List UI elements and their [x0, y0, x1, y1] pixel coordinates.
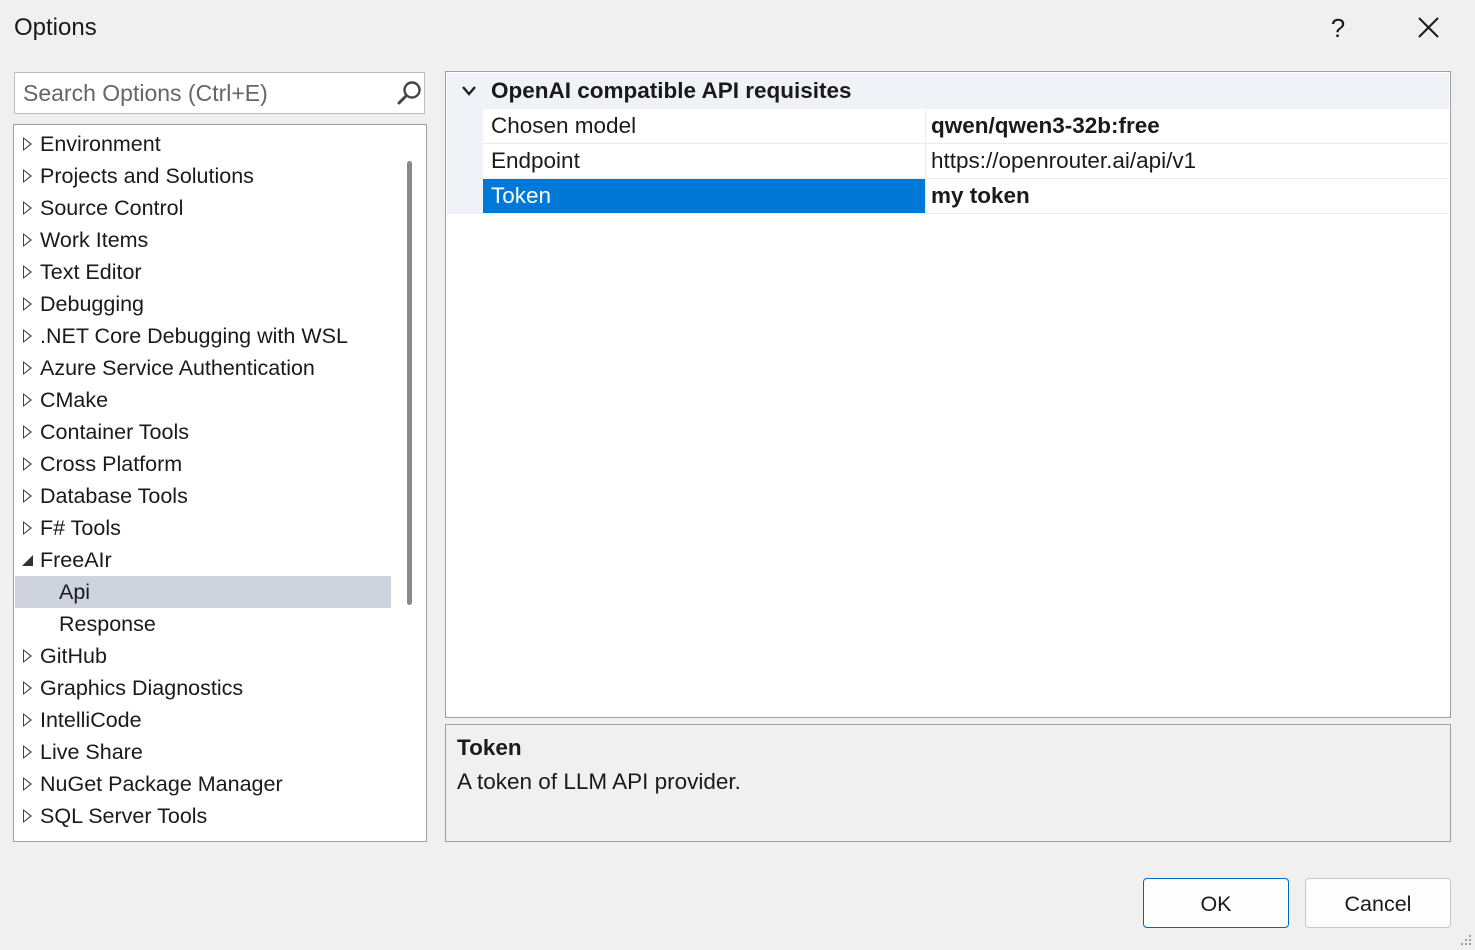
- property-gutter: [447, 109, 483, 214]
- tree-item-projects-and-solutions[interactable]: Projects and Solutions: [15, 160, 391, 192]
- property-value[interactable]: https://openrouter.ai/api/v1: [927, 144, 1447, 178]
- resize-grip-icon[interactable]: [1458, 932, 1472, 946]
- tree-item-label: Projects and Solutions: [40, 164, 254, 188]
- tree-item-github[interactable]: GitHub: [15, 640, 391, 672]
- tree-item-label: Database Tools: [40, 484, 188, 508]
- expand-arrow-icon[interactable]: [23, 329, 32, 343]
- window-title: Options: [14, 14, 97, 41]
- expand-arrow-icon[interactable]: [23, 393, 32, 407]
- tree-item-net-core-debugging-with-wsl[interactable]: .NET Core Debugging with WSL: [15, 320, 391, 352]
- property-grid: OpenAI compatible API requisites Chosen …: [445, 71, 1451, 718]
- tree-item-label: Work Items: [40, 228, 149, 252]
- expand-arrow-icon[interactable]: [23, 457, 32, 471]
- tree-item-label: SQL Server Tools: [40, 804, 208, 828]
- tree-item-label: IntelliCode: [40, 708, 142, 732]
- tree-item-source-control[interactable]: Source Control: [15, 192, 391, 224]
- tree-item-label: Api: [59, 580, 91, 604]
- property-value[interactable]: qwen/qwen3-32b:free: [927, 109, 1447, 143]
- tree-item-graphics-diagnostics[interactable]: Graphics Diagnostics: [15, 672, 391, 704]
- tree-item-sql-server-tools[interactable]: SQL Server Tools: [15, 800, 391, 832]
- tree-item-label: NuGet Package Manager: [40, 772, 283, 796]
- tree-item-cross-platform[interactable]: Cross Platform: [15, 448, 391, 480]
- tree-item-label: Source Control: [40, 196, 184, 220]
- tree-item-label: Response: [59, 612, 156, 636]
- ok-button[interactable]: OK: [1143, 878, 1289, 928]
- expand-arrow-icon[interactable]: [23, 777, 32, 791]
- close-icon: [1418, 17, 1439, 38]
- expand-arrow-icon[interactable]: [23, 233, 32, 247]
- title-bar: Options ?: [0, 0, 1475, 58]
- tree-item-nuget-package-manager[interactable]: NuGet Package Manager: [15, 768, 391, 800]
- tree-item-api[interactable]: Api: [15, 576, 391, 608]
- expand-arrow-icon[interactable]: [23, 297, 32, 311]
- expand-arrow-icon[interactable]: [23, 681, 32, 695]
- property-row-token[interactable]: Token my token: [483, 179, 1449, 214]
- cancel-button[interactable]: Cancel: [1305, 878, 1451, 928]
- property-row-endpoint[interactable]: Endpoint https://openrouter.ai/api/v1: [483, 144, 1449, 179]
- help-button[interactable]: ?: [1318, 8, 1358, 48]
- tree-item-label: Container Tools: [40, 420, 189, 444]
- tree-item-text-editor[interactable]: Text Editor: [15, 256, 391, 288]
- tree-item-freeair[interactable]: FreeAIr: [15, 544, 391, 576]
- description-title: Token: [457, 735, 522, 760]
- expand-arrow-icon[interactable]: [23, 745, 32, 759]
- tree-item-environment[interactable]: Environment: [15, 128, 391, 160]
- property-value[interactable]: my token: [927, 179, 1447, 213]
- tree-item-label: Azure Service Authentication: [40, 356, 315, 380]
- expand-arrow-icon[interactable]: [23, 489, 32, 503]
- tree-item-label: CMake: [40, 388, 109, 412]
- expand-arrow-icon[interactable]: [23, 361, 32, 375]
- category-header[interactable]: OpenAI compatible API requisites: [447, 73, 1449, 109]
- tree-item-intellicode[interactable]: IntelliCode: [15, 704, 391, 736]
- tree-item-f-tools[interactable]: F# Tools: [15, 512, 391, 544]
- expand-arrow-icon[interactable]: [23, 649, 32, 663]
- expand-arrow-icon[interactable]: [23, 265, 32, 279]
- tree-item-live-share[interactable]: Live Share: [15, 736, 391, 768]
- property-name: Chosen model: [483, 109, 926, 143]
- tree-item-label: Environment: [40, 132, 161, 156]
- expand-arrow-icon[interactable]: [23, 425, 32, 439]
- expand-arrow-icon[interactable]: [23, 201, 32, 215]
- chevron-down-icon[interactable]: [461, 85, 477, 97]
- options-tree[interactable]: SQL Server Tools NuGet Package Manager Liv…: [13, 124, 427, 842]
- tree-scroll-thumb[interactable]: [407, 161, 412, 605]
- search-box: [14, 72, 425, 114]
- expand-arrow-icon[interactable]: [23, 169, 32, 183]
- tree-item-work-items[interactable]: Work Items: [15, 224, 391, 256]
- description-text: A token of LLM API provider.: [457, 769, 741, 794]
- expand-arrow-icon[interactable]: [23, 713, 32, 727]
- tree-item-label: Live Share: [40, 740, 143, 764]
- tree-item-cmake[interactable]: CMake: [15, 384, 391, 416]
- tree-item-label: .NET Core Debugging with WSL: [40, 324, 348, 348]
- category-label: OpenAI compatible API requisites: [491, 78, 852, 103]
- property-name: Endpoint: [483, 144, 926, 178]
- tree-item-label: Text Editor: [40, 260, 142, 284]
- collapse-arrow-icon[interactable]: [22, 555, 33, 566]
- property-row-chosen-model[interactable]: Chosen model qwen/qwen3-32b:free: [483, 109, 1449, 144]
- tree-item-label: F# Tools: [40, 516, 121, 540]
- tree-item-label: Debugging: [40, 292, 145, 316]
- tree-item-label: Graphics Diagnostics: [40, 676, 244, 700]
- tree-item-label: Cross Platform: [40, 452, 183, 476]
- tree-item-response[interactable]: Response: [15, 608, 391, 640]
- search-icon[interactable]: [395, 79, 423, 107]
- expand-arrow-icon[interactable]: [23, 137, 32, 151]
- tree-item-database-tools[interactable]: Database Tools: [15, 480, 391, 512]
- description-panel: Token A token of LLM API provider.: [445, 724, 1451, 842]
- tree-item-container-tools[interactable]: Container Tools: [15, 416, 391, 448]
- tree-item-label: GitHub: [40, 644, 107, 668]
- tree-item-label: FreeAIr: [40, 548, 112, 572]
- tree-item-azure-service-authentication[interactable]: Azure Service Authentication: [15, 352, 391, 384]
- expand-arrow-icon[interactable]: [23, 809, 32, 823]
- tree-item-debugging[interactable]: Debugging: [15, 288, 391, 320]
- property-name: Token: [483, 179, 926, 213]
- expand-arrow-icon[interactable]: [23, 521, 32, 535]
- search-input[interactable]: [23, 79, 383, 107]
- close-button[interactable]: [1406, 8, 1450, 48]
